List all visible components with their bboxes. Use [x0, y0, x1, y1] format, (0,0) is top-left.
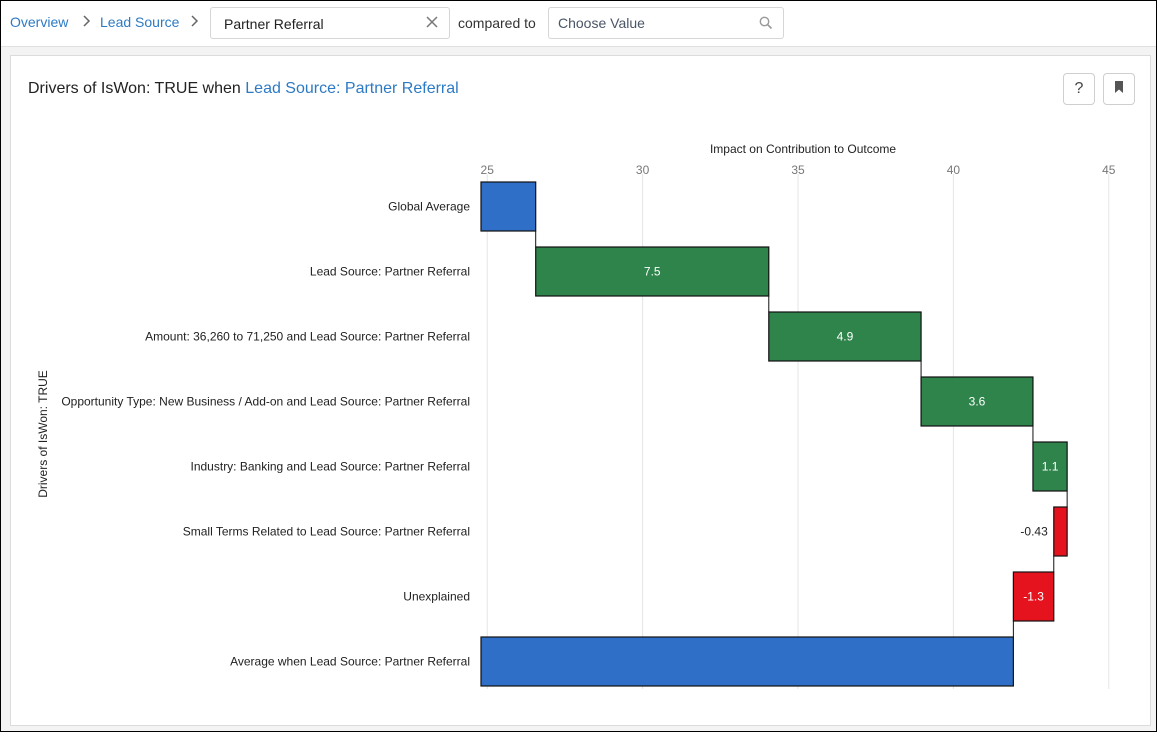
breadcrumb-lead-source[interactable]: Lead Source	[100, 14, 179, 30]
category-label: Unexplained	[403, 590, 470, 604]
category-label: Amount: 36,260 to 71,250 and Lead Source…	[145, 330, 470, 344]
category-label: Global Average	[388, 200, 470, 214]
y-axis-title: Drivers of IsWon: TRUE	[36, 370, 50, 498]
x-tick-label: 30	[636, 163, 650, 177]
chevron-right-icon	[189, 14, 199, 28]
category-label: Small Terms Related to Lead Source: Part…	[183, 525, 470, 539]
category-label: Average when Lead Source: Partner Referr…	[230, 655, 470, 669]
category-label: Industry: Banking and Lead Source: Partn…	[191, 460, 471, 474]
category-label: Lead Source: Partner Referral	[310, 265, 470, 279]
x-tick-label: 35	[791, 163, 805, 177]
x-tick-label: 45	[1102, 163, 1116, 177]
drivers-card: Drivers of IsWon: TRUE when Lead Source:…	[10, 55, 1151, 726]
chevron-right-icon	[81, 14, 91, 28]
waterfall-chart: Impact on Contribution to Outcome Driver…	[36, 142, 1116, 689]
search-icon	[759, 16, 773, 30]
compare-value-field[interactable]	[548, 7, 784, 39]
category-label: Opportunity Type: New Business / Add-on …	[61, 395, 470, 409]
data-label: -1.3	[1023, 590, 1044, 604]
data-label: 7.5	[644, 265, 661, 279]
compare-value-input[interactable]	[550, 9, 750, 37]
x-tick-label: 25	[481, 163, 495, 177]
data-label: 3.6	[969, 395, 986, 409]
bar-negative[interactable]	[1053, 506, 1068, 557]
data-label: 1.1	[1042, 460, 1059, 474]
app-frame: Overview Lead Source Partner Referral co…	[1, 1, 1156, 731]
filter-value-field[interactable]: Partner Referral	[210, 7, 450, 39]
x-tick-label: 40	[947, 163, 961, 177]
filter-value: Partner Referral	[224, 16, 324, 32]
close-icon[interactable]	[425, 15, 439, 29]
bar-total[interactable]	[480, 636, 1014, 687]
breadcrumb-overview[interactable]: Overview	[10, 14, 68, 30]
filter-bar: Overview Lead Source Partner Referral co…	[1, 1, 1156, 47]
compared-to-label: compared to	[458, 15, 536, 31]
data-label: 4.9	[837, 330, 854, 344]
x-axis-title: Impact on Contribution to Outcome	[710, 142, 896, 156]
bar-total[interactable]	[480, 181, 537, 232]
data-label: -0.43	[1020, 525, 1048, 539]
